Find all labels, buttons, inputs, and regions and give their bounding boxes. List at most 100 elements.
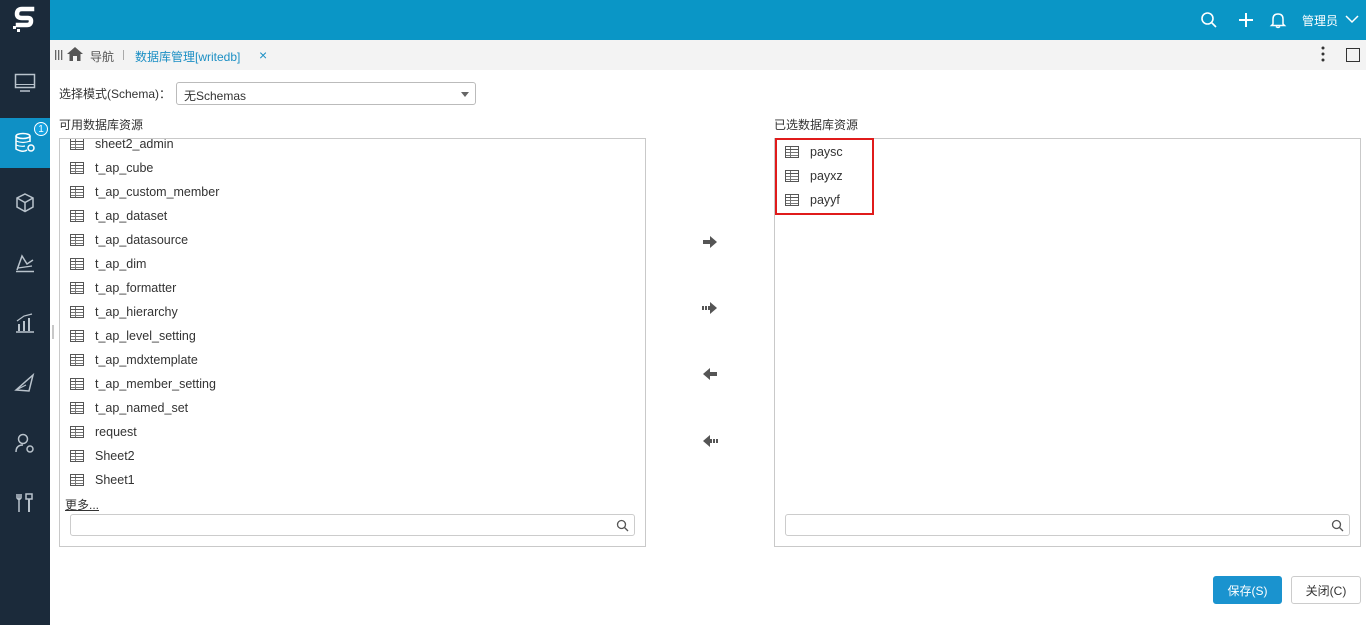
search-icon[interactable] xyxy=(616,519,629,532)
table-list-item[interactable]: t_ap_formatter xyxy=(70,276,176,300)
plus-icon[interactable] xyxy=(1236,10,1256,30)
sidebar-resize-handle[interactable] xyxy=(52,325,54,339)
user-settings-icon xyxy=(15,433,34,453)
tab-separator xyxy=(123,50,124,60)
table-name: t_ap_cube xyxy=(95,161,154,175)
move-all-right-button[interactable] xyxy=(700,300,720,316)
table-name: t_ap_mdxtemplate xyxy=(95,353,198,367)
table-list-item[interactable]: t_ap_named_set xyxy=(70,396,188,420)
selection-highlight-box xyxy=(775,138,874,215)
table-list-item[interactable]: request xyxy=(70,420,137,444)
selected-search-input[interactable] xyxy=(786,515,1326,535)
bell-icon[interactable] xyxy=(1268,10,1288,30)
table-list-item[interactable]: t_ap_hierarchy xyxy=(70,300,178,324)
table-name: t_ap_level_setting xyxy=(95,329,196,343)
notification-badge: 1 xyxy=(34,122,48,136)
table-name: t_ap_datasource xyxy=(95,233,189,247)
more-link[interactable]: 更多... xyxy=(65,496,99,513)
table-icon xyxy=(70,139,84,150)
sidebar-item-report[interactable] xyxy=(0,298,50,348)
close-button[interactable]: 关闭(C) xyxy=(1291,576,1361,604)
sidebar-item-tools[interactable] xyxy=(0,478,50,528)
available-resources-panel[interactable]: sheet2_admin t_ap_cube t_ap_custom_membert… xyxy=(59,138,646,547)
nav-label[interactable]: 导航 xyxy=(90,48,114,65)
table-icon xyxy=(70,402,84,414)
double-arrow-right-icon xyxy=(702,302,717,314)
schema-select[interactable]: 无Schemas xyxy=(176,82,476,105)
sidebar-item-users[interactable] xyxy=(0,418,50,468)
table-name: Sheet2 xyxy=(95,449,135,463)
search-icon[interactable] xyxy=(1199,10,1219,30)
schema-select-value: 无Schemas xyxy=(184,89,247,103)
arrow-right-icon xyxy=(703,236,717,248)
tools-icon xyxy=(16,493,33,512)
chevron-down-icon[interactable] xyxy=(1343,10,1361,28)
caret-down-icon xyxy=(461,92,469,97)
table-list-item[interactable]: t_ap_mdxtemplate xyxy=(70,348,198,372)
logo-icon xyxy=(13,6,35,32)
move-left-button[interactable] xyxy=(700,366,720,382)
send-icon xyxy=(14,372,35,392)
table-list-item[interactable]: t_ap_custom_member xyxy=(70,180,219,204)
tab-bar: 导航 数据库管理[writedb] × xyxy=(50,40,1366,70)
sidebar-item-database[interactable]: 1 xyxy=(0,118,50,168)
table-icon xyxy=(70,450,84,462)
table-list-item[interactable]: t_ap_dim xyxy=(70,252,146,276)
sidebar-item-publish[interactable] xyxy=(0,358,50,408)
sidebar-item-monitor[interactable] xyxy=(0,58,50,108)
table-name: t_ap_hierarchy xyxy=(95,305,178,319)
schema-label: 选择模式(Schema)： xyxy=(59,87,172,101)
selected-resources-title: 已选数据库资源 xyxy=(774,118,859,132)
table-list-item[interactable]: t_ap_member_setting xyxy=(70,372,216,396)
table-name: Sheet1 xyxy=(95,473,135,487)
move-all-left-button[interactable] xyxy=(700,433,720,449)
sidebar-item-cube[interactable] xyxy=(0,178,50,228)
table-name: t_ap_custom_member xyxy=(95,185,220,199)
table-icon xyxy=(70,330,84,342)
table-icon xyxy=(70,306,84,318)
table-list-item[interactable]: t_ap_dataset xyxy=(70,204,167,228)
table-icon xyxy=(70,210,84,222)
move-right-button[interactable] xyxy=(700,234,720,250)
menu-toggle-icon[interactable] xyxy=(55,50,63,60)
table-icon xyxy=(70,378,84,390)
table-list-item[interactable]: t_ap_datasource xyxy=(70,228,188,252)
table-list-item[interactable]: t_ap_cube xyxy=(70,156,153,180)
save-button[interactable]: 保存(S) xyxy=(1213,576,1282,604)
table-icon xyxy=(70,162,84,174)
table-list-item[interactable]: sheet2_admin xyxy=(70,138,174,156)
chart-area-icon xyxy=(16,254,34,273)
selected-search-box[interactable] xyxy=(785,514,1350,536)
search-icon[interactable] xyxy=(1331,519,1344,532)
double-arrow-left-icon xyxy=(703,435,718,447)
table-name: sheet2_admin xyxy=(95,138,174,151)
table-icon xyxy=(70,474,84,486)
tab-close-icon[interactable]: × xyxy=(259,47,267,63)
database-settings-icon xyxy=(15,132,35,153)
table-name: t_ap_member_setting xyxy=(95,377,216,391)
maximize-icon[interactable] xyxy=(1346,48,1360,62)
monitor-icon xyxy=(14,73,36,92)
table-icon xyxy=(70,234,84,246)
table-name: t_ap_dataset xyxy=(95,209,168,223)
sidebar: 1 xyxy=(0,40,50,625)
table-list-item[interactable]: Sheet1 xyxy=(70,468,135,492)
home-icon[interactable] xyxy=(66,46,84,62)
table-list-item[interactable]: Sheet2 xyxy=(70,444,135,468)
sidebar-item-analysis[interactable] xyxy=(0,238,50,288)
table-icon xyxy=(70,258,84,270)
table-name: t_ap_formatter xyxy=(95,281,177,295)
available-resources-title: 可用数据库资源 xyxy=(59,118,144,132)
available-search-box[interactable] xyxy=(70,514,635,536)
table-icon xyxy=(70,282,84,294)
cube-icon xyxy=(16,193,34,213)
available-search-input[interactable] xyxy=(71,515,611,535)
tab-database-management[interactable]: 数据库管理[writedb] xyxy=(135,48,240,65)
table-list-item[interactable]: t_ap_level_setting xyxy=(70,324,196,348)
table-name: t_ap_named_set xyxy=(95,401,189,415)
more-vertical-icon[interactable] xyxy=(1320,45,1326,63)
bar-chart-icon xyxy=(16,313,34,333)
user-name[interactable]: 管理员 xyxy=(1302,12,1338,29)
app-logo[interactable] xyxy=(0,0,50,40)
arrow-left-icon xyxy=(703,368,717,380)
